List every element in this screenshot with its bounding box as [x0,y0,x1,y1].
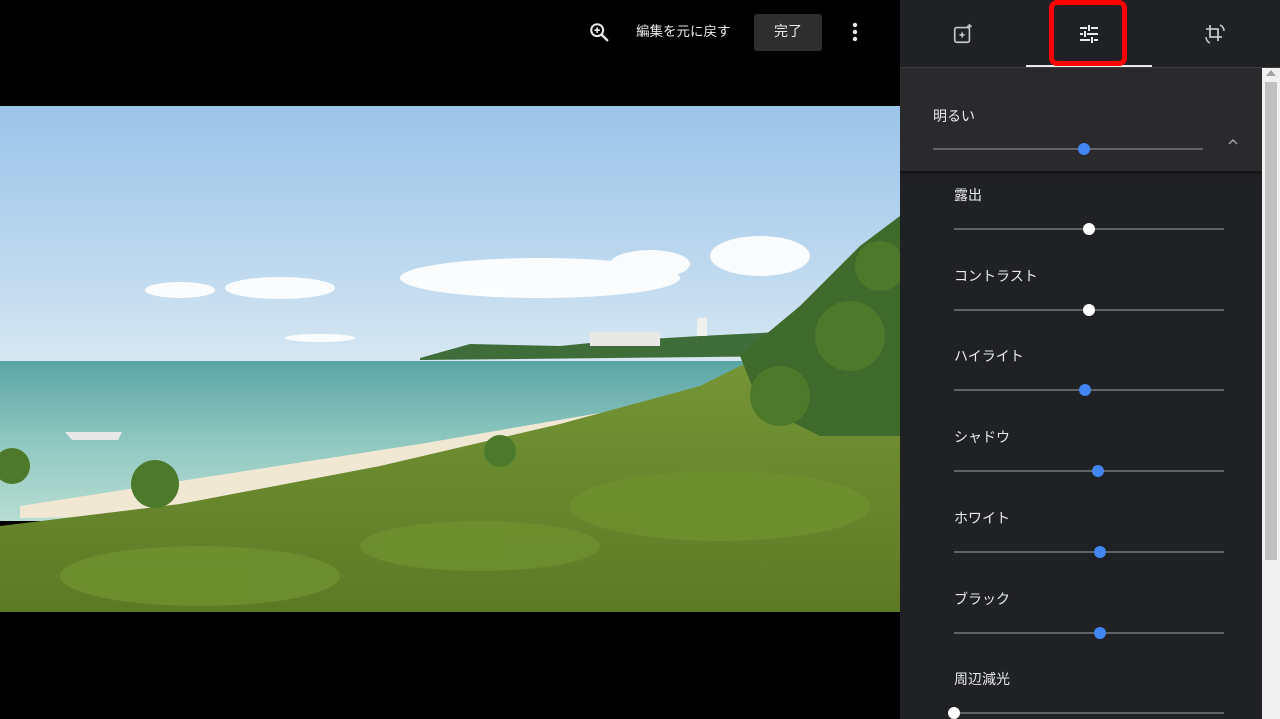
zoom-in-icon [590,23,609,42]
contrast-slider-thumb[interactable] [1083,303,1095,316]
vignette-label: 周辺減光 [954,672,1010,689]
collapse-chevron-icon[interactable] [1228,137,1238,147]
whites-slider-thumb[interactable] [1093,545,1106,558]
more-options-button[interactable] [840,16,870,48]
vignette-slider-thumb[interactable] [948,707,960,719]
vignette-slider-track[interactable] [954,712,1224,715]
edited-photo [0,106,900,612]
edit-tabs [900,0,1280,68]
panel-scrollbar[interactable] [1262,68,1280,719]
edit-panel: 明るい 露出コントラスト ハイライトシャドウホワイトブラック周辺減光 [900,0,1280,719]
exposure-label: 露出 [954,188,982,204]
brightness-label: 明るい [933,109,975,125]
adjustments-list: 明るい 露出コントラスト ハイライトシャドウホワイトブラック周辺減光 [900,68,1262,719]
highlights-slider-thumb[interactable] [1078,384,1091,397]
brightness-slider-thumb[interactable] [1078,143,1091,155]
tab-crop-rotate[interactable] [1152,0,1278,67]
brightness-section: 明るい [900,68,1262,171]
blacks-slider-track[interactable] [954,631,1224,634]
whites-slider-track[interactable] [954,550,1224,553]
auto-enhance-icon [953,23,972,43]
shadows-label: シャドウ [954,430,1010,447]
undo-edits-button[interactable]: 編集を元に戻す [636,18,731,46]
scrollbar-thumb[interactable] [1265,82,1277,560]
zoom-in-button[interactable] [583,16,615,48]
annotation-highlight-frame [1049,0,1127,66]
shadows-slider-track[interactable] [954,470,1224,473]
scroll-up-arrow-icon[interactable] [1266,70,1276,76]
blacks-label: ブラック [954,591,1010,608]
tab-auto-enhance[interactable] [900,0,1026,67]
blacks-slider-thumb[interactable] [1093,626,1106,639]
shadows-slider-thumb[interactable] [1092,465,1105,478]
highlights-label: ハイライト [954,349,1024,366]
editor-toolbar: 編集を元に戻す 完了 [0,0,900,66]
contrast-label: コントラスト [954,268,1038,285]
brightness-track[interactable] [933,148,1203,150]
whites-label: ホワイト [954,510,1010,527]
exposure-slider-thumb[interactable] [1083,223,1095,235]
done-button[interactable]: 完了 [754,14,822,51]
more-vert-icon [852,22,858,42]
crop-rotate-icon [1205,23,1225,44]
photo-stage: 編集を元に戻す 完了 [0,0,900,719]
